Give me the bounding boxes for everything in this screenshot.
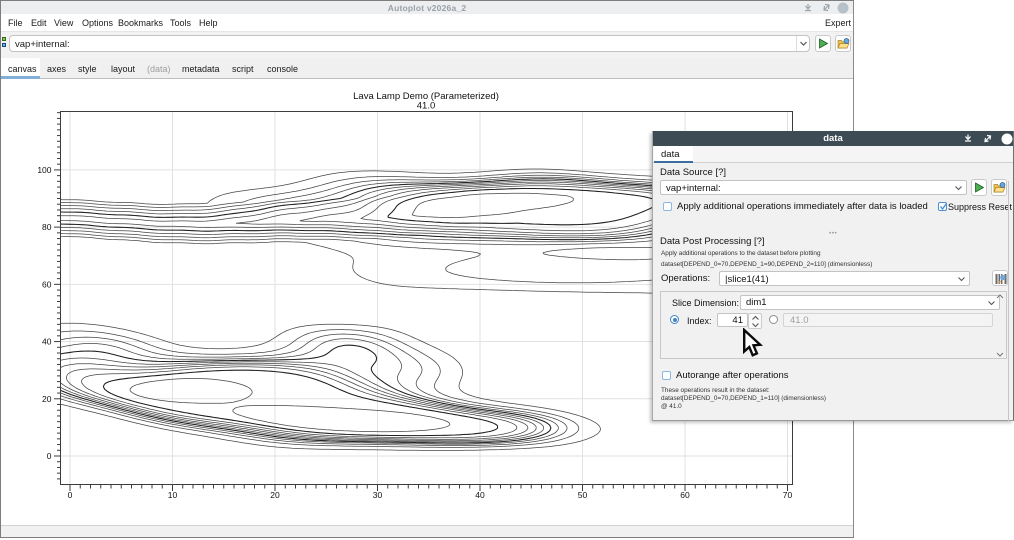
svg-text:60: 60: [42, 279, 52, 289]
svg-text:70: 70: [783, 490, 793, 500]
svg-text:0: 0: [68, 490, 73, 500]
svg-text:50: 50: [578, 490, 588, 500]
svg-text:80: 80: [42, 222, 52, 232]
svg-text:100: 100: [37, 165, 51, 175]
svg-text:0: 0: [47, 451, 52, 461]
svg-text:60: 60: [680, 490, 690, 500]
svg-text:40: 40: [475, 490, 485, 500]
svg-text:40: 40: [42, 337, 52, 347]
svg-text:20: 20: [270, 490, 280, 500]
svg-text:41.0: 41.0: [417, 101, 436, 112]
svg-text:30: 30: [373, 490, 383, 500]
svg-text:10: 10: [168, 490, 178, 500]
svg-text:20: 20: [42, 394, 52, 404]
